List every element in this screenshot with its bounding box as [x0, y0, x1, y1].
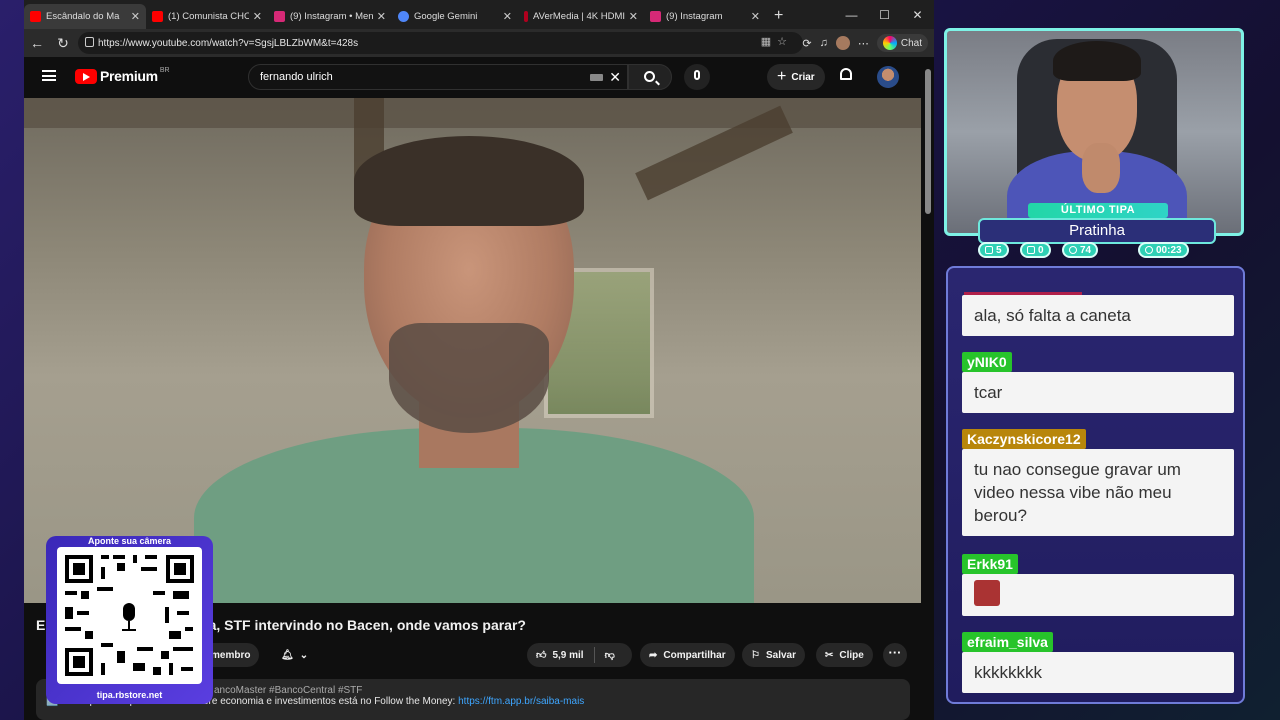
chat-message: ala, só falta a caneta — [962, 295, 1234, 336]
extensions-icon[interactable]: ⟳ — [802, 37, 811, 50]
copilot-chat-button[interactable]: Chat — [876, 34, 928, 52]
youtube-premium-logo[interactable]: Premium BR — [75, 67, 170, 84]
address-bar: ← ↻ https://www.youtube.com/watch?v=Sgsj… — [24, 29, 934, 57]
close-window-icon[interactable]: ✕ — [901, 8, 934, 22]
search-icon — [644, 71, 655, 82]
like-button[interactable]: 👍︎ 5,9 mil — [536, 649, 584, 662]
stat-tips: 74 — [1062, 242, 1099, 258]
chat-message: efraim_silva kkkkkkkk — [962, 632, 1234, 693]
instagram-icon — [650, 10, 661, 22]
youtube-icon — [152, 10, 163, 22]
thumbs-down-icon: 👎︎ — [604, 650, 615, 661]
share-button[interactable]: ➦ Compartilhar — [640, 643, 735, 667]
site-info-icon[interactable] — [85, 37, 94, 47]
scissors-icon: ✂ — [825, 649, 834, 661]
close-tab-icon[interactable]: ✕ — [629, 10, 638, 23]
last-tip-name: Pratinha — [978, 218, 1216, 244]
tab-instagram-mensagens[interactable]: (9) Instagram • Mensa✕ — [268, 4, 392, 29]
dislike-button[interactable]: 👎︎ — [605, 649, 615, 661]
youtube-icon — [30, 10, 41, 22]
scrollbar-thumb[interactable] — [925, 69, 931, 214]
more-actions-button[interactable]: ··· — [883, 643, 907, 667]
url-actions-icon[interactable]: ▦☆ — [761, 35, 793, 48]
bookmark-icon: ⚐ — [751, 649, 760, 661]
reload-icon[interactable]: ↻ — [50, 35, 76, 52]
clear-search-icon[interactable]: ✕ — [609, 69, 621, 86]
clip-button[interactable]: ✂ Clipe — [816, 643, 873, 667]
tab-bar: Escândalo do Ma✕ (1) Comunista CHORA✕ (9… — [24, 0, 934, 29]
url-field[interactable]: https://www.youtube.com/watch?v=SgsjLBLZ… — [78, 32, 803, 54]
chat-message: yNIK0 tcar — [962, 352, 1234, 413]
stat-timer: 00:23 — [1138, 242, 1189, 258]
close-tab-icon[interactable]: ✕ — [253, 10, 262, 23]
chevron-down-icon: ⌄ — [299, 649, 309, 661]
minimize-icon[interactable]: — — [835, 8, 868, 22]
presenter-beard — [389, 323, 549, 433]
save-button[interactable]: ⚐ Salvar — [742, 643, 805, 667]
more-icon: ··· — [888, 645, 902, 660]
bell-icon — [840, 68, 852, 80]
plus-icon: + — [777, 68, 787, 85]
tip-icon — [1069, 246, 1077, 254]
youtube-masthead: Premium BR fernando ulrich ✕ + Criar — [24, 57, 934, 98]
keyboard-icon[interactable] — [590, 74, 603, 81]
bell-icon: 🔔︎ — [281, 649, 294, 661]
streamer-hair — [1053, 41, 1141, 81]
tab-comunista[interactable]: (1) Comunista CHORA✕ — [146, 4, 268, 29]
search-input[interactable]: fernando ulrich ✕ — [248, 64, 628, 90]
last-tip-label: ÚLTIMO TIPA — [1028, 203, 1168, 218]
profile-icon[interactable] — [835, 36, 850, 50]
more-menu-icon[interactable]: ⋯ — [858, 37, 869, 50]
video-icon — [1027, 246, 1035, 254]
new-tab-button[interactable]: + — [766, 4, 796, 29]
microphone-icon — [694, 70, 700, 80]
music-icon[interactable]: ♫ — [820, 37, 828, 49]
close-tab-icon[interactable]: ✕ — [503, 10, 512, 23]
thumbs-up-icon: 👍︎ — [536, 650, 547, 661]
streamer-hand — [1082, 143, 1120, 193]
emote-icon — [974, 580, 1000, 606]
voice-search-button[interactable] — [684, 64, 710, 90]
stat-video: 0 — [1020, 242, 1051, 258]
page-scrollbar[interactable] — [923, 57, 934, 720]
maximize-icon[interactable]: ☐ — [868, 8, 901, 22]
instagram-icon — [274, 10, 285, 22]
qr-code-panel: Aponte sua câmera tipa.rbstore.net — [46, 536, 213, 704]
close-tab-icon[interactable]: ✕ — [131, 10, 140, 23]
stat-chat: 5 — [978, 242, 1009, 258]
hamburger-menu-icon[interactable] — [42, 70, 56, 81]
close-tab-icon[interactable]: ✕ — [751, 10, 760, 23]
account-avatar[interactable] — [877, 66, 899, 88]
like-dislike-group: 👍︎ 5,9 mil 👎︎ — [527, 643, 632, 667]
tab-instagram[interactable]: (9) Instagram ✕ — [644, 4, 766, 29]
toolbar-extras: ⟳ ♫ ⋯ Chat — [802, 29, 928, 57]
presenter-hair — [354, 136, 584, 226]
avermedia-icon — [524, 10, 528, 22]
clock-icon — [1145, 246, 1153, 254]
gemini-icon — [398, 10, 409, 22]
tab-escandalo[interactable]: Escândalo do Ma ✕ — [24, 3, 146, 29]
close-tab-icon[interactable]: ✕ — [377, 10, 386, 23]
divider — [593, 647, 595, 663]
window-controls: — ☐ ✕ — [835, 0, 934, 29]
tab-avermedia[interactable]: AVerMedia | 4K HDMI ✕ — [518, 4, 644, 29]
qr-code-image — [65, 555, 194, 676]
back-icon[interactable]: ← — [24, 35, 50, 51]
chat-message: Kaczynskicore12 tu nao consegue gravar u… — [962, 429, 1234, 536]
chat-overlay: ala, só falta a caneta yNIK0 tcar Kaczyn… — [946, 266, 1245, 704]
description-link[interactable]: https://ftm.app.br/saiba-mais — [458, 696, 584, 707]
chat-icon — [985, 246, 993, 254]
create-button[interactable]: + Criar — [767, 64, 825, 90]
chat-message: Erkk91 — [962, 554, 1234, 616]
qr-code — [57, 547, 202, 684]
notifications-button[interactable] — [839, 68, 853, 82]
search-button[interactable] — [628, 64, 672, 90]
tab-gemini[interactable]: Google Gemini ✕ — [392, 4, 518, 29]
video-player[interactable] — [24, 98, 921, 603]
share-icon: ➦ — [649, 649, 658, 661]
subscription-bell-button[interactable]: 🔔︎ ⌄ — [272, 643, 324, 667]
youtube-play-icon — [75, 68, 97, 84]
copilot-icon — [882, 36, 897, 50]
